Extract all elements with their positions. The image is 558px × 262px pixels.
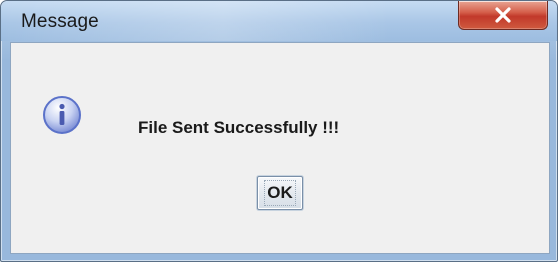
message-text: File Sent Successfully !!! bbox=[138, 118, 340, 137]
ok-button-label: OK bbox=[264, 180, 296, 206]
close-button[interactable] bbox=[458, 1, 548, 30]
title-bar[interactable]: Message bbox=[1, 1, 557, 41]
message-dialog-window: Message File Sent Successfully !!! OK bbox=[0, 0, 558, 262]
close-icon bbox=[495, 7, 511, 23]
info-icon bbox=[43, 96, 81, 134]
window-title: Message bbox=[21, 11, 99, 32]
ok-button[interactable]: OK bbox=[257, 176, 303, 210]
dialog-body: File Sent Successfully !!! OK bbox=[10, 42, 550, 254]
